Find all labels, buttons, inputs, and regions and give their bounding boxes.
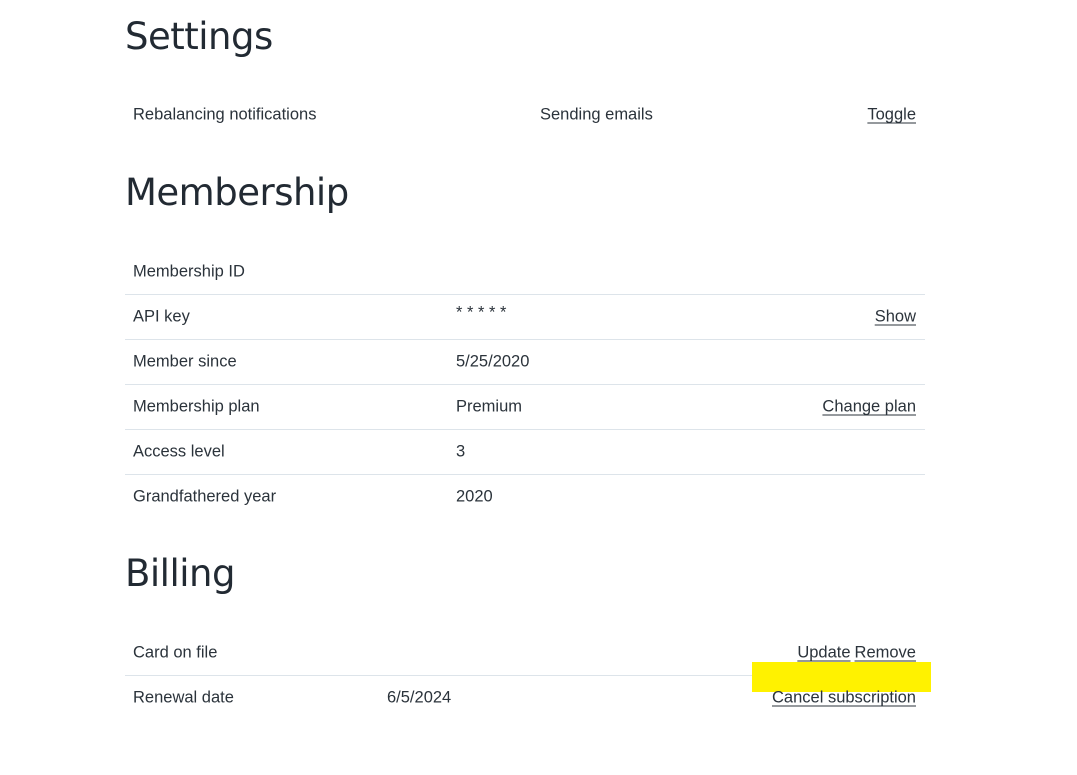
settings-heading: Settings (125, 15, 273, 58)
access-level-value: 3 (456, 442, 466, 461)
settings-row-rebalancing: Rebalancing notifications Sending emails… (125, 93, 925, 137)
card-on-file-label: Card on file (133, 643, 218, 662)
billing-heading: Billing (125, 552, 235, 595)
show-api-key-link[interactable]: Show (875, 308, 916, 326)
member-since-value: 5/25/2020 (456, 352, 530, 371)
api-key-actions: Show (875, 308, 916, 327)
remove-card-link[interactable]: Remove (855, 644, 916, 662)
membership-plan-value: Premium (456, 397, 523, 416)
membership-table: Membership ID API key * * * * * Show Mem… (125, 250, 925, 519)
rebalancing-actions: Toggle (867, 106, 916, 125)
api-key-value: * * * * * (456, 303, 507, 322)
update-card-link[interactable]: Update (797, 644, 850, 662)
renewal-date-label: Renewal date (133, 688, 234, 707)
membership-row-api-key: API key * * * * * Show (125, 295, 925, 340)
membership-row-access-level: Access level 3 (125, 430, 925, 475)
renewal-actions: Cancel subscription (772, 689, 916, 708)
billing-table: Card on file Update Remove Renewal date 6… (125, 631, 931, 720)
grandfathered-year-label: Grandfathered year (133, 487, 277, 506)
renewal-date-value: 6/5/2024 (387, 688, 452, 707)
change-plan-link[interactable]: Change plan (822, 398, 916, 416)
grandfathered-year-value: 2020 (456, 487, 493, 506)
rebalancing-label: Rebalancing notifications (133, 105, 317, 124)
rebalancing-value: Sending emails (540, 105, 653, 124)
member-since-label: Member since (133, 352, 237, 371)
card-actions: Update Remove (797, 644, 916, 663)
membership-heading: Membership (125, 171, 349, 214)
membership-row-grandfathered: Grandfathered year 2020 (125, 475, 925, 519)
membership-row-id: Membership ID (125, 250, 925, 295)
cancel-highlight (752, 662, 931, 692)
toggle-link[interactable]: Toggle (867, 106, 916, 124)
access-level-label: Access level (133, 442, 225, 461)
membership-row-since: Member since 5/25/2020 (125, 340, 925, 385)
membership-id-label: Membership ID (133, 262, 245, 281)
settings-table: Rebalancing notifications Sending emails… (125, 93, 925, 137)
cancel-subscription-link[interactable]: Cancel subscription (772, 689, 916, 707)
billing-row-renewal: Renewal date 6/5/2024 Cancel subscriptio… (125, 662, 931, 720)
membership-row-plan: Membership plan Premium Change plan (125, 385, 925, 430)
membership-plan-actions: Change plan (822, 398, 916, 417)
membership-plan-label: Membership plan (133, 397, 260, 416)
api-key-label: API key (133, 307, 190, 326)
